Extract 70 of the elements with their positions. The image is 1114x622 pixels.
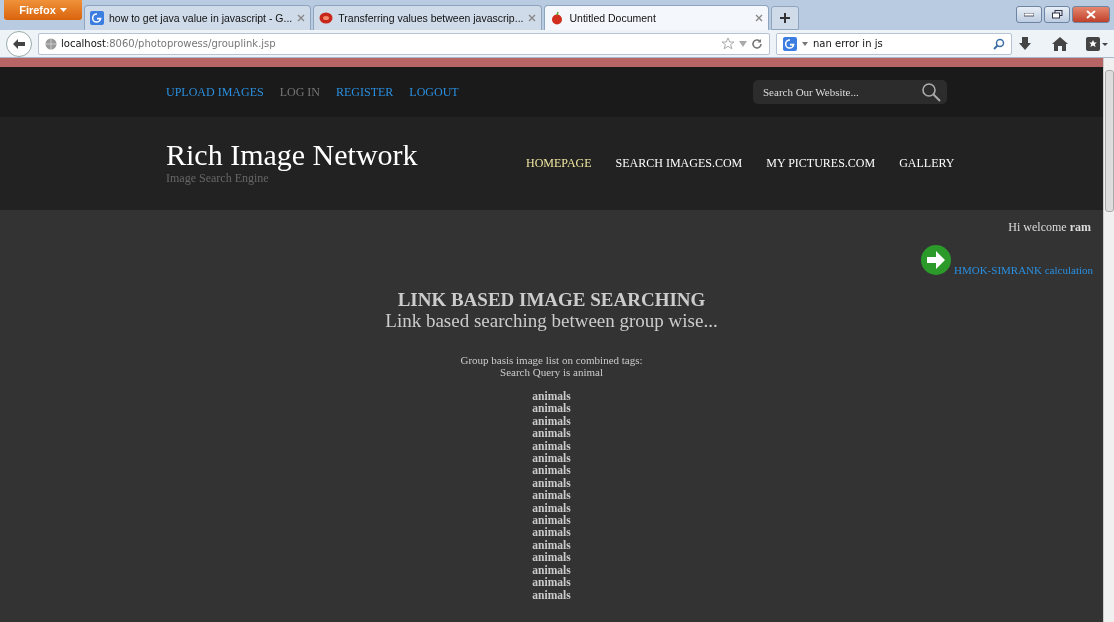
bookmarks-icon[interactable]: [1086, 36, 1108, 51]
close-icon: [1086, 10, 1096, 19]
main-nav-link[interactable]: HOMEPAGE: [526, 156, 592, 171]
url-text: localhost:8060/photoprowess/grouplink.jsp: [61, 38, 276, 49]
star-icon[interactable]: [721, 36, 735, 51]
site-tagline: Image Search Engine: [166, 171, 269, 184]
page-heading: LINK BASED IMAGE SEARCHING: [397, 290, 706, 310]
search-text: nan error in js: [813, 38, 883, 49]
result-item: animals: [532, 390, 571, 403]
result-item: animals: [532, 501, 571, 515]
browser-tab[interactable]: Transferring values between javascrip...: [313, 5, 543, 30]
minimize-icon: [1024, 12, 1034, 17]
download-icon[interactable]: [1018, 36, 1032, 51]
google-icon: [90, 11, 104, 25]
query-text: Search Query is animal: [500, 366, 603, 378]
globe-icon: [45, 37, 57, 50]
top-nav-link[interactable]: UPLOAD IMAGES: [166, 84, 264, 100]
result-item: animals: [532, 514, 571, 527]
result-item: animals: [532, 452, 571, 465]
plus-icon: [780, 13, 791, 23]
google-icon: [783, 36, 797, 51]
result-item: animals: [532, 464, 571, 477]
apple-icon: [550, 11, 565, 25]
reload-icon[interactable]: [751, 37, 763, 50]
close-icon[interactable]: [297, 14, 306, 22]
tab-title: Untitled Document: [569, 12, 657, 24]
caret-icon: [59, 8, 67, 12]
site-search-field[interactable]: Search Our Website...: [753, 80, 947, 104]
page-subheading: Link based searching between group wise...: [385, 310, 718, 332]
result-item: animals: [532, 439, 571, 453]
browser-tab[interactable]: how to get java value in javascript - G...: [84, 5, 312, 30]
main-nav-link[interactable]: GALLERY: [899, 156, 955, 171]
search-field[interactable]: nan error in js: [776, 32, 1012, 55]
result-item: animals: [532, 576, 571, 589]
result-item: animals: [532, 427, 571, 440]
result-item: animals: [532, 538, 571, 552]
home-icon[interactable]: [1052, 36, 1068, 51]
result-item: animals: [532, 476, 571, 490]
restore-button[interactable]: [1044, 6, 1070, 23]
close-window-button[interactable]: [1072, 6, 1110, 23]
restore-icon: [1051, 10, 1063, 19]
result-item: animals: [532, 563, 571, 577]
main-nav-link[interactable]: SEARCH IMAGES.COM: [615, 156, 743, 171]
caption-text: Group basis image list on combined tags:: [460, 354, 643, 366]
disc-icon: [319, 11, 334, 25]
address-bar[interactable]: localhost:8060/photoprowess/grouplink.jsp: [38, 32, 770, 55]
back-button[interactable]: [6, 30, 32, 57]
result-item: animals: [532, 414, 571, 428]
site-title: Rich Image Network: [166, 137, 419, 172]
scrollbar[interactable]: [1103, 58, 1114, 622]
top-nav-link[interactable]: REGISTER: [336, 84, 394, 100]
result-item: animals: [532, 402, 571, 415]
search-icon[interactable]: [921, 82, 941, 102]
result-item: animals: [532, 489, 571, 502]
browser-tab[interactable]: Untitled Document: [544, 5, 770, 30]
dropdown-icon[interactable]: [802, 41, 808, 46]
search-icon[interactable]: [993, 37, 1005, 50]
result-item: animals: [532, 551, 571, 564]
close-icon[interactable]: [528, 14, 537, 22]
result-item: animals: [532, 526, 571, 539]
back-arrow-icon: [13, 38, 25, 49]
result-item: animals: [532, 588, 571, 601]
close-icon[interactable]: [755, 14, 764, 22]
welcome-text: Hi welcome ram: [1008, 220, 1091, 235]
main-nav-link[interactable]: MY PICTURES.COM: [766, 156, 876, 171]
tab-title: Transferring values between javascrip...: [338, 12, 524, 24]
tab-title: how to get java value in javascript - G...: [109, 12, 293, 24]
new-tab-button[interactable]: [771, 6, 800, 30]
calculation-link[interactable]: HMOK-SIMRANK calculation: [954, 264, 1093, 276]
top-nav-link[interactable]: LOGOUT: [409, 84, 459, 100]
